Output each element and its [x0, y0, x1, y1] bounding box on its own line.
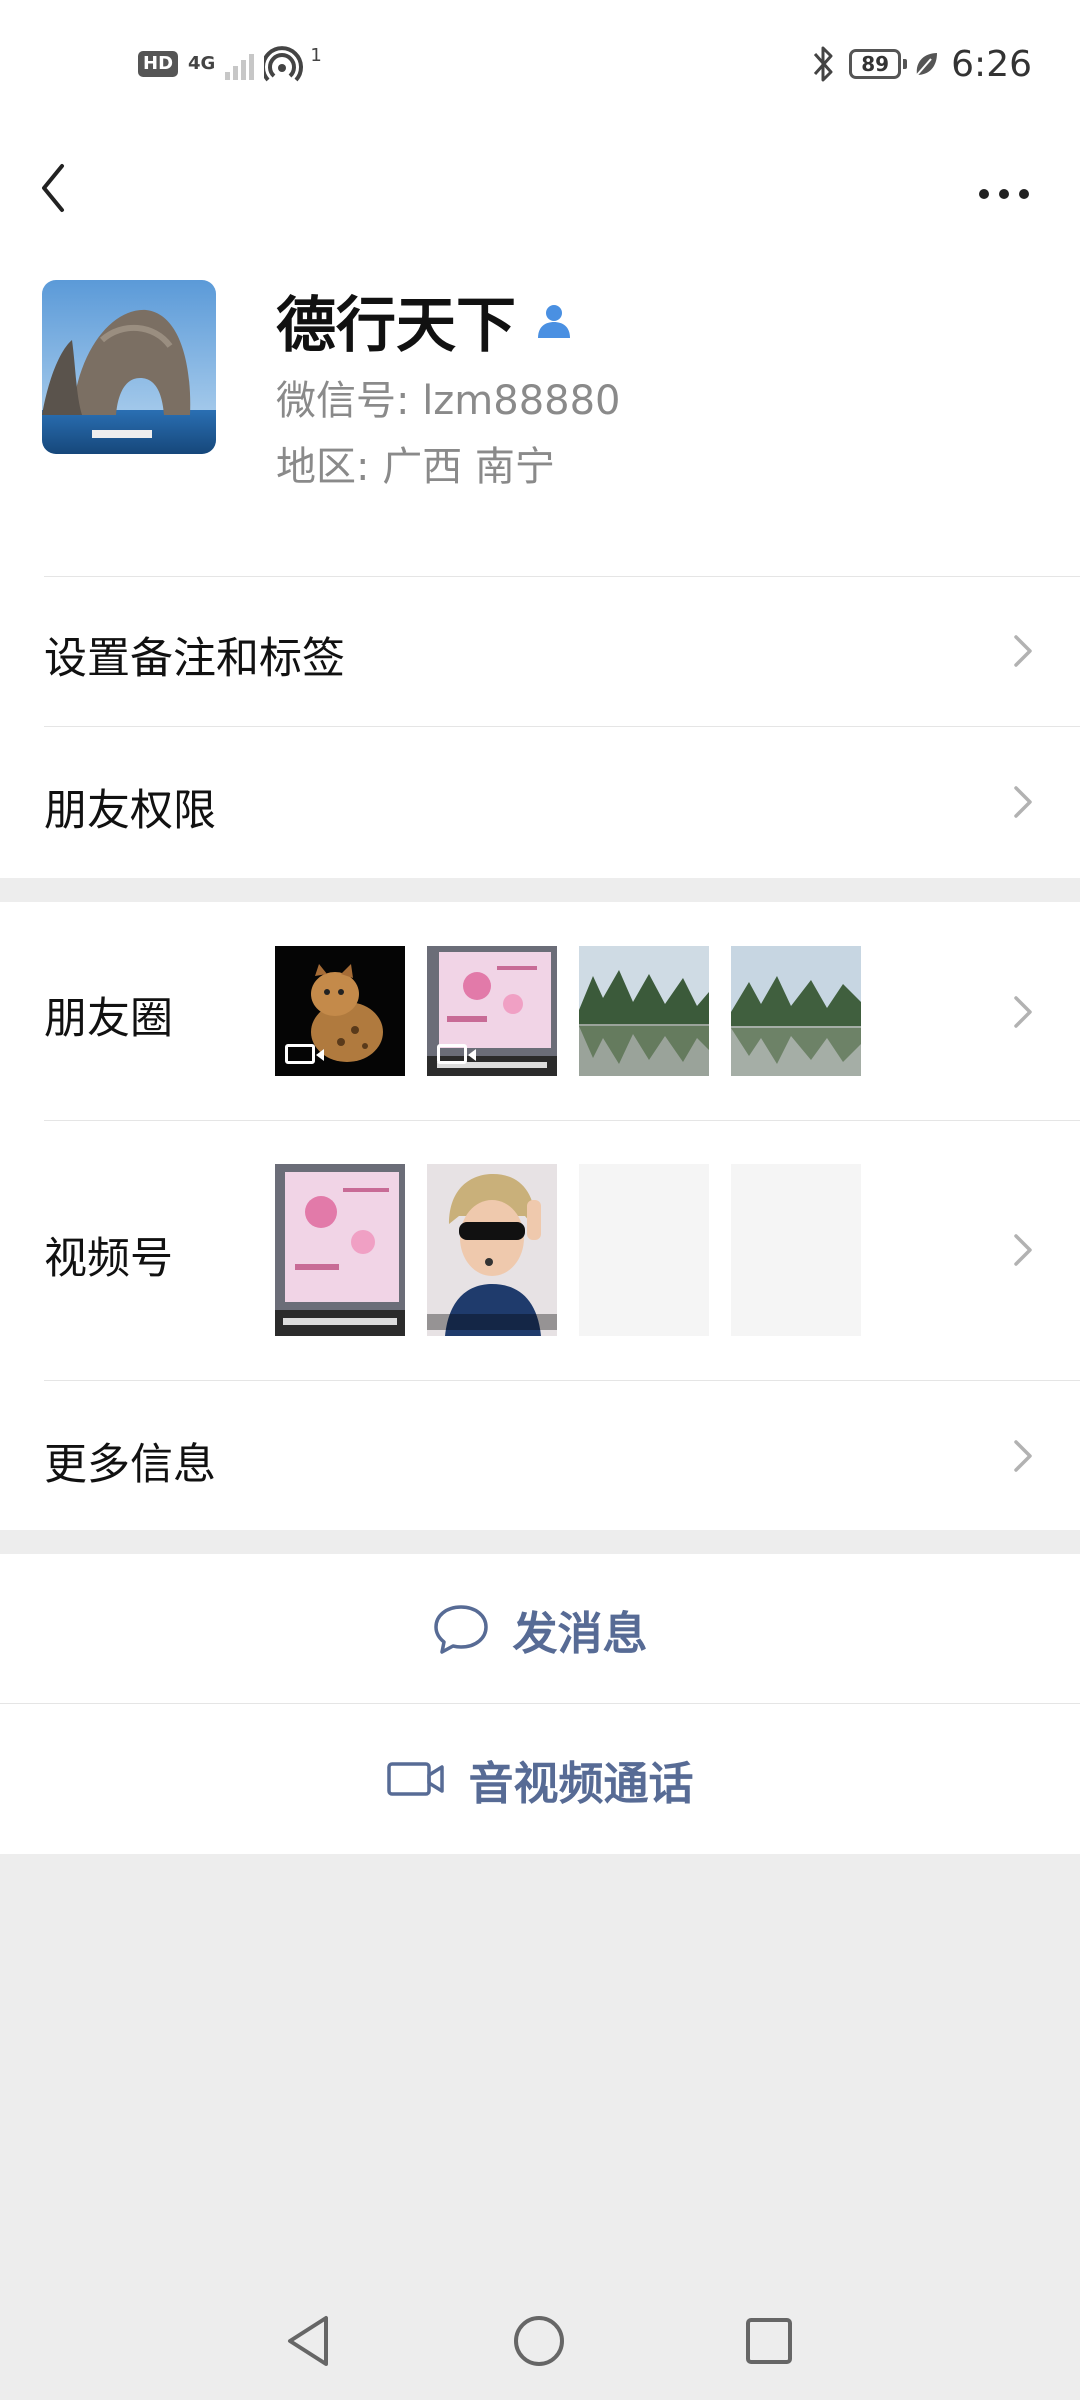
more-button[interactable]	[970, 152, 1050, 222]
chevron-left-icon	[42, 164, 64, 212]
nav-back-icon[interactable]	[280, 2310, 342, 2372]
more-dots-icon	[979, 189, 1029, 199]
divider	[44, 726, 1080, 727]
profile-header: 德行天下 微信号: lzm88880 地区: 广西 南宁	[0, 250, 1080, 576]
system-nav-bar	[0, 2290, 1080, 2400]
divider	[44, 576, 1080, 577]
region: 地区: 广西 南宁	[276, 444, 555, 490]
moments-thumb-landscape-2[interactable]	[731, 946, 861, 1076]
top-nav	[0, 130, 1080, 250]
remark-tags-label: 设置备注和标签	[44, 634, 345, 684]
hotspot-count: 1	[310, 44, 322, 66]
nav-recents-icon[interactable]	[738, 2310, 800, 2372]
moments-thumb-landscape-1[interactable]	[579, 946, 709, 1076]
battery-level: 89	[861, 52, 890, 76]
channels-label: 视频号	[44, 1234, 173, 1284]
chevron-right-icon	[1014, 996, 1032, 1028]
person-icon	[538, 305, 570, 338]
chevron-right-icon	[1014, 786, 1032, 818]
hd-badge: HD	[138, 51, 179, 77]
moments-thumb-cat-video[interactable]	[275, 946, 405, 1076]
video-badge-icon	[437, 1044, 476, 1064]
avatar[interactable]	[42, 280, 216, 454]
moments-thumb-screen-video[interactable]	[427, 946, 557, 1076]
channels-thumb-screen[interactable]	[275, 1164, 405, 1336]
channels-thumb-placeholder	[579, 1164, 709, 1336]
status-bar: HD 4G 1 89 6:26	[0, 0, 1080, 130]
chevron-right-icon	[1014, 1234, 1032, 1266]
friend-permissions-label: 朋友权限	[44, 786, 216, 836]
leaf-icon	[916, 53, 938, 76]
hotspot-icon	[264, 46, 304, 82]
network-type: 4G	[188, 53, 216, 74]
chevron-right-icon	[1014, 635, 1032, 667]
divider	[44, 1120, 1080, 1121]
channels-row[interactable]: 视频号	[0, 1120, 1080, 1380]
voice-video-call-button[interactable]: 音视频通话	[0, 1704, 1080, 1854]
channels-thumbnails	[275, 1164, 861, 1336]
divider	[44, 1380, 1080, 1381]
channels-thumb-placeholder	[731, 1164, 861, 1336]
bluetooth-icon	[814, 46, 833, 82]
status-right: 89 6:26	[811, 40, 1032, 88]
chevron-right-icon	[1014, 1440, 1032, 1472]
video-badge-icon	[285, 1044, 324, 1064]
moments-label: 朋友圈	[44, 994, 173, 1044]
send-message-button[interactable]: 发消息	[0, 1554, 1080, 1704]
nav-home-icon[interactable]	[508, 2310, 570, 2372]
friend-permissions-row[interactable]: 朋友权限	[0, 726, 1080, 878]
channels-thumb-person[interactable]	[427, 1164, 557, 1336]
more-info-label: 更多信息	[44, 1440, 216, 1490]
chat-bubble-icon	[434, 1605, 489, 1654]
clock: 6:26	[951, 43, 1032, 85]
more-info-row[interactable]: 更多信息	[0, 1380, 1080, 1530]
wechat-id: 微信号: lzm88880	[276, 378, 621, 424]
remark-tags-row[interactable]: 设置备注和标签	[0, 576, 1080, 726]
send-message-label: 发消息	[512, 1606, 648, 1660]
voice-video-call-label: 音视频通话	[468, 1756, 694, 1810]
moments-thumbnails	[275, 946, 861, 1076]
signal-icon	[225, 48, 255, 80]
back-button[interactable]	[28, 146, 98, 226]
battery-icon: 89	[849, 49, 908, 79]
contact-name: 德行天下	[276, 290, 516, 361]
moments-row[interactable]: 朋友圈	[0, 902, 1080, 1120]
name-row: 德行天下	[276, 284, 574, 361]
status-left: HD 4G 1	[138, 44, 322, 84]
video-camera-icon	[387, 1762, 445, 1796]
